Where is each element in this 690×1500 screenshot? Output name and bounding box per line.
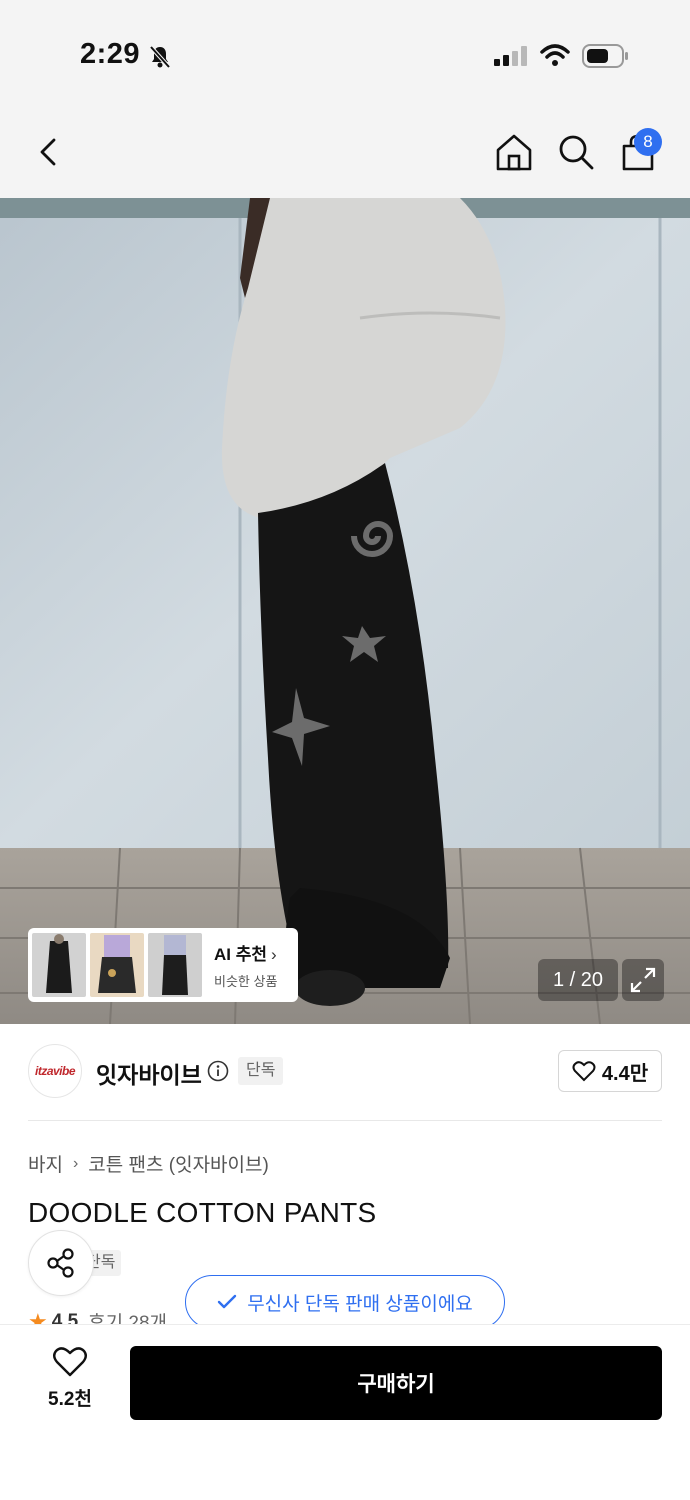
share-button[interactable] (28, 1230, 94, 1296)
expand-icon (630, 967, 656, 993)
brand-like-button[interactable]: 4.4만 (558, 1050, 662, 1092)
ai-card-subtitle: 비슷한 상품 (214, 974, 278, 989)
divider (28, 1120, 662, 1121)
ai-card-title: AI 추천 (214, 945, 268, 964)
exclusive-badge: 단독 (238, 1057, 284, 1085)
check-icon (217, 1294, 237, 1309)
product-photo (0, 198, 690, 1024)
bell-slash-icon (149, 45, 171, 69)
ai-thumb-2 (90, 933, 144, 997)
heart-icon (572, 1061, 596, 1082)
breadcrumb-item-subcategory[interactable]: 코튼 팬츠 (잇자바이브) (88, 1150, 269, 1177)
buy-button[interactable]: 구매하기 (130, 1346, 662, 1420)
expand-button[interactable] (622, 959, 664, 1001)
breadcrumb: 바지 › 코튼 팬츠 (잇자바이브) (28, 1150, 269, 1177)
wifi-icon (540, 44, 570, 66)
wishlist-button[interactable]: 5.2천 (30, 1346, 110, 1420)
heart-icon (53, 1347, 87, 1377)
signal-icon (494, 46, 527, 66)
home-icon[interactable] (494, 132, 534, 172)
search-icon[interactable] (556, 132, 596, 172)
brand-logo[interactable]: itzavibe (28, 1044, 82, 1098)
status-bar: 2:29 (0, 0, 690, 110)
ai-thumb-3 (148, 933, 202, 997)
product-title: DOODLE COTTON PANTS (28, 1197, 377, 1228)
toast-text: 무신사 단독 판매 상품이에요 (247, 1293, 473, 1315)
nav-bar (0, 110, 690, 198)
exclusive-toast: 무신사 단독 판매 상품이에요 (185, 1275, 505, 1329)
image-counter: 1 / 20 (538, 959, 618, 1001)
status-time: 2:29 (80, 38, 141, 70)
back-icon[interactable] (30, 132, 70, 172)
battery-icon (582, 44, 628, 68)
share-icon (47, 1248, 74, 1278)
brand-name[interactable]: 잇자바이브 (96, 1056, 202, 1090)
product-image[interactable] (0, 198, 690, 1024)
ai-recommendation-card[interactable]: AI 추천 › 비슷한 상품 (28, 928, 298, 1002)
brand-like-count: 4.4만 (601, 1062, 649, 1085)
ai-card-text: AI 추천 › 비슷한 상품 (214, 940, 277, 990)
info-icon[interactable] (207, 1060, 229, 1082)
breadcrumb-item-category[interactable]: 바지 (28, 1150, 63, 1177)
cart-count-badge: 8 (634, 128, 662, 156)
chevron-right-icon: › (72, 1154, 79, 1172)
chevron-right-icon: › (271, 945, 277, 964)
ai-thumb-1 (32, 933, 86, 997)
wishlist-count: 5.2천 (48, 1389, 92, 1410)
